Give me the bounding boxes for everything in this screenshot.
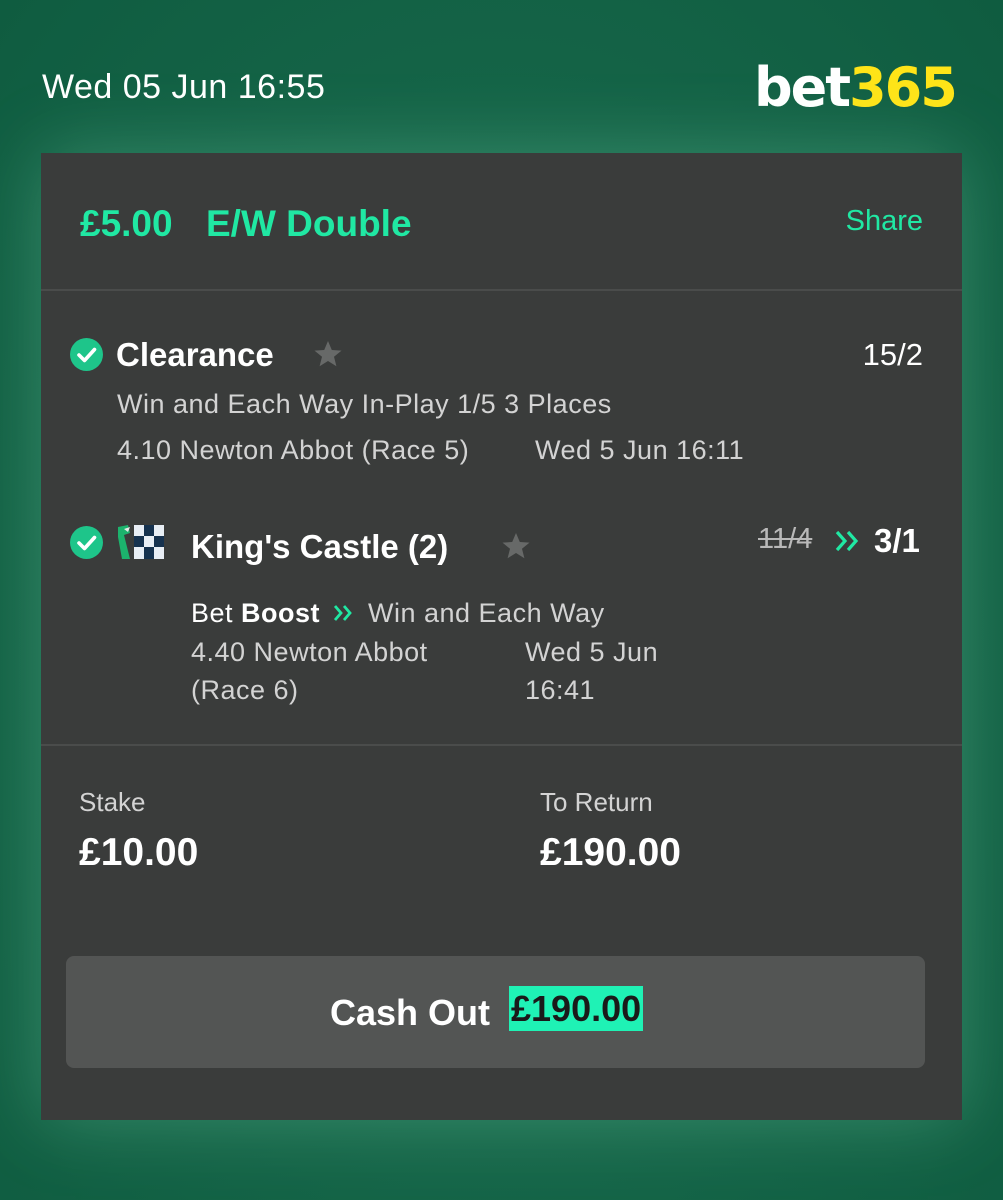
bet-stake: £5.00	[80, 203, 173, 244]
cash-out-amount: £190.00	[509, 986, 644, 1031]
boosted-odds: 3/1	[874, 522, 920, 559]
previous-odds: 11/4	[758, 523, 813, 555]
bet365-logo: bet365	[754, 56, 958, 119]
selection-start-date: Wed 5 Jun	[525, 637, 659, 667]
logo-text-365: 365	[849, 56, 958, 119]
date-time: Wed 05 Jun 16:55	[42, 68, 326, 106]
checkmark-circle-icon	[70, 338, 103, 371]
selection-name: King's Castle (2)	[191, 528, 449, 565]
selection-start-time: Wed 5 Jun 16:11	[535, 435, 745, 465]
stake-label: Stake	[79, 787, 146, 817]
stake-value: £10.00	[79, 831, 199, 874]
selection-odds: 15/2	[862, 337, 923, 372]
top-bar: Wed 05 Jun 16:55 bet365	[0, 0, 1003, 150]
selection-name: Clearance	[116, 336, 274, 373]
boost-line: Bet Boost	[191, 598, 320, 629]
share-button[interactable]: Share	[846, 205, 923, 238]
selection-event-line1: 4.40 Newton Abbot	[191, 637, 428, 667]
double-chevron-icon	[333, 604, 355, 627]
to-return-value: £190.00	[540, 831, 681, 874]
selection-event-line2: (Race 6)	[191, 675, 299, 705]
selection-event: 4.10 Newton Abbot (Race 5)	[117, 435, 470, 465]
bet-type: E/W Double	[206, 203, 412, 244]
jockey-silks-icon	[116, 523, 168, 566]
boost-prefix: Bet	[191, 598, 234, 628]
bet-header: £5.00 E/W Double Share	[41, 153, 962, 291]
star-icon[interactable]	[501, 531, 531, 566]
selection-market: Win and Each Way In-Play 1/5 3 Places	[117, 389, 612, 419]
boost-word: Boost	[241, 598, 321, 628]
double-chevron-icon	[835, 530, 861, 557]
star-icon[interactable]	[313, 339, 343, 374]
bet-receipt-card: £5.00 E/W Double Share Clearance 15/2 Wi…	[41, 153, 962, 1120]
to-return-label: To Return	[540, 787, 653, 817]
selection-market: Win and Each Way	[368, 598, 605, 628]
selection-start-time: 16:41	[525, 675, 596, 705]
logo-text-bet: bet	[754, 56, 851, 119]
checkmark-circle-icon	[70, 526, 103, 559]
cash-out-label: Cash Out	[330, 992, 491, 1033]
cash-out-button[interactable]: Cash Out £190.00	[66, 956, 925, 1068]
divider	[41, 744, 962, 746]
